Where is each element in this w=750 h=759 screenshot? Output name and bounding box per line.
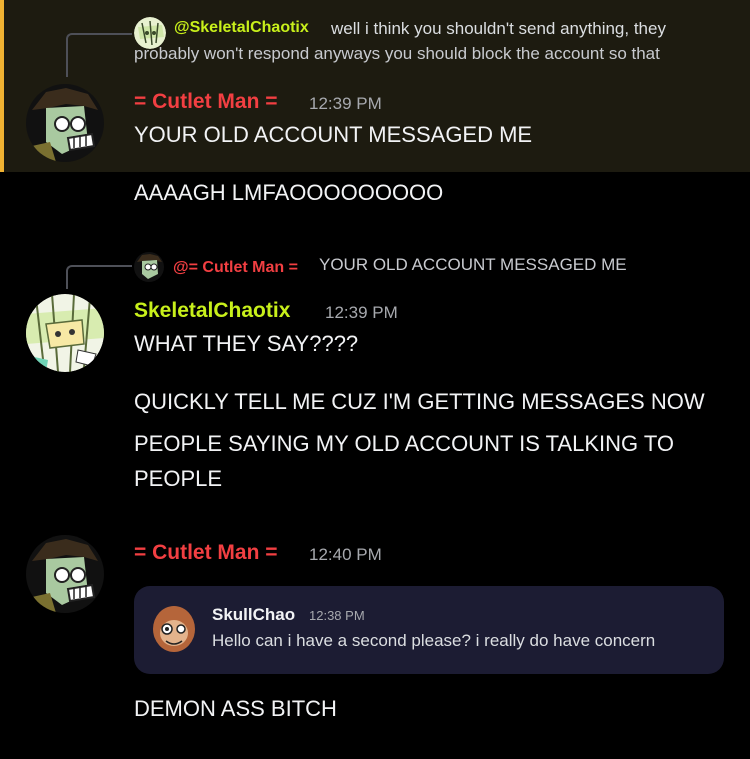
avatar-image-icon	[153, 606, 195, 652]
reply-text[interactable]: well i think you shouldn't send anything…	[331, 19, 666, 39]
reply-avatar-cutlet[interactable]	[134, 252, 164, 282]
message-text: PEOPLE SAYING MY OLD ACCOUNT IS TALKING …	[134, 431, 674, 456]
reply-author[interactable]: @SkeletalChaotix	[174, 19, 309, 37]
embed-author[interactable]: SkullChao	[212, 605, 295, 625]
avatar-image-icon	[134, 252, 164, 282]
timestamp[interactable]: 12:39 PM	[309, 94, 382, 114]
reply-author[interactable]: @= Cutlet Man =	[173, 259, 298, 277]
timestamp[interactable]: 12:39 PM	[325, 303, 398, 323]
message-text: PEOPLE	[134, 466, 223, 491]
author-name[interactable]: = Cutlet Man =	[134, 90, 278, 114]
avatar-cutlet-man[interactable]	[26, 535, 104, 613]
mention-highlight-bar	[0, 0, 4, 172]
reply-connector	[66, 265, 132, 289]
message-text: YOUR OLD ACCOUNT MESSAGED ME	[134, 122, 533, 147]
embed-avatar-skullchao[interactable]	[152, 605, 196, 653]
avatar-image-icon	[26, 84, 104, 162]
message-text: AAAAGH LMFAOOOOOOOOO	[134, 180, 444, 205]
forwarded-message-card[interactable]	[134, 586, 724, 674]
avatar-image-icon	[26, 535, 104, 613]
timestamp[interactable]: 12:40 PM	[309, 545, 382, 565]
author-name[interactable]: = Cutlet Man =	[134, 541, 278, 565]
message-text: DEMON ASS BITCH	[134, 696, 337, 721]
reply-connector	[66, 33, 132, 77]
reply-text-continued[interactable]: probably won't respond anyways you shoul…	[134, 44, 660, 64]
embed-timestamp: 12:38 PM	[309, 608, 365, 623]
message-text: WHAT THEY SAY????	[134, 331, 359, 356]
avatar-skeletal-chaotix[interactable]	[26, 294, 104, 372]
author-name[interactable]: SkeletalChaotix	[134, 299, 290, 323]
avatar-image-icon	[26, 294, 104, 372]
embed-text: Hello can i have a second please? i real…	[212, 631, 656, 650]
reply-text[interactable]: YOUR OLD ACCOUNT MESSAGED ME	[319, 255, 627, 275]
message-text: QUICKLY TELL ME CUZ I'M GETTING MESSAGES…	[134, 389, 705, 414]
avatar-cutlet-man[interactable]	[26, 84, 104, 162]
